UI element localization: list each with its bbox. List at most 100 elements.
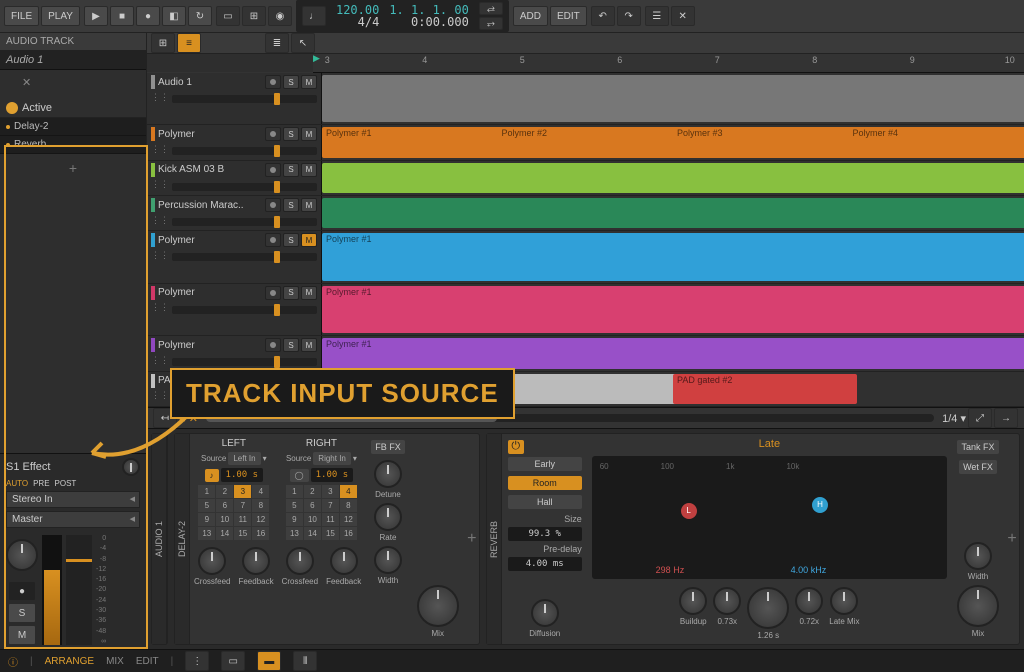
eq-low-handle[interactable]: L [681,503,697,519]
high-mult-knob[interactable] [795,587,823,615]
step-cell[interactable]: 11 [234,513,251,526]
step-cell[interactable]: 15 [234,527,251,540]
step-cell[interactable]: 8 [340,499,357,512]
vol-fader[interactable] [172,95,317,103]
delay-left-source[interactable]: Left In [228,452,260,465]
panel-1-icon[interactable]: ⋮ [185,651,209,671]
track-header[interactable]: PolymerSM⋮⋮ [147,336,322,370]
palette-close-icon[interactable]: ✕ [19,70,34,95]
zoom-level[interactable]: 1/4 ▾ [942,412,966,425]
panel-toggle-2[interactable]: ⊞ [242,6,266,26]
step-cell[interactable]: 1 [286,485,303,498]
rec-arm[interactable] [265,75,281,89]
pan-knob[interactable] [6,539,38,571]
track-name-field[interactable]: Audio 1 [0,51,146,70]
device-item[interactable]: Reverb [0,136,146,154]
step-cell[interactable]: 7 [322,499,339,512]
step-cell[interactable]: 16 [252,527,269,540]
predelay-value[interactable]: 4.00 ms [508,557,582,571]
step-cell[interactable]: 16 [340,527,357,540]
play-menu[interactable]: PLAY [41,6,80,26]
undo-button[interactable]: ↶ [591,6,615,26]
buildup-knob[interactable] [679,587,707,615]
pointer-tool[interactable]: ↖ [291,33,315,53]
track-header[interactable]: Audio 1SM⋮⋮ [147,73,322,124]
step-cell[interactable]: 8 [252,499,269,512]
step-cell[interactable]: 11 [322,513,339,526]
decay-knob[interactable] [747,587,789,629]
delay-right-grid[interactable]: 12345678910111213141516 [286,485,357,540]
footer-arrange[interactable]: ARRANGE [45,656,94,667]
step-cell[interactable]: 14 [304,527,321,540]
rec-arm[interactable] [265,198,281,212]
step-cell[interactable]: 3 [234,485,251,498]
time-value[interactable]: 0:00.000 [389,16,468,28]
step-cell[interactable]: 15 [322,527,339,540]
vol-fader[interactable] [172,183,317,191]
solo[interactable]: S [283,338,299,352]
punch-out[interactable]: ⥅ [479,17,503,30]
step-cell[interactable]: 13 [286,527,303,540]
add-button[interactable]: ADD [513,6,548,26]
step-cell[interactable]: 13 [198,527,215,540]
rec-arm[interactable] [265,163,281,177]
detune-knob[interactable] [374,460,402,488]
diffusion-knob[interactable] [531,599,559,627]
clip[interactable]: Polymer #1 [322,127,506,157]
track-lane[interactable]: Polymer #1 [322,284,1024,335]
reverb-eq-display[interactable]: Late 601001k10k L H 298 Hz 4.00 kHz [592,456,947,579]
solo-button[interactable]: S [8,603,36,623]
reverb-width-knob[interactable] [964,542,992,570]
step-cell[interactable]: 12 [340,513,357,526]
record-arm[interactable]: ● [8,581,36,601]
clip[interactable]: Polymer #3 [673,127,857,157]
mute[interactable]: M [301,163,317,177]
step-cell[interactable]: 5 [286,499,303,512]
delay-width-knob[interactable] [374,546,402,574]
output-select[interactable]: Master [6,511,140,528]
track-header[interactable]: PolymerSM⋮⋮ [147,284,322,335]
lane-button[interactable]: ≣ [265,33,289,53]
file-menu[interactable]: FILE [4,6,39,26]
mute[interactable]: M [301,233,317,247]
step-cell[interactable]: 4 [340,485,357,498]
track-lane[interactable] [322,73,1024,124]
step-cell[interactable]: 1 [198,485,215,498]
vol-fader[interactable] [172,253,317,261]
solo[interactable]: S [283,163,299,177]
track-active-toggle[interactable]: Active [0,99,146,118]
wetfx-tab[interactable]: Wet FX [959,460,997,474]
add-device-icon[interactable]: + [0,154,146,182]
color-palette[interactable] [0,70,19,99]
follow-icon[interactable]: → [994,408,1018,428]
mute[interactable]: M [301,338,317,352]
panel-4-icon[interactable]: ⦀ [293,651,317,671]
delay-l-crossfeed[interactable] [198,547,226,575]
reverb-mix-knob[interactable] [957,585,999,627]
latemix-knob[interactable] [830,587,858,615]
footer-mix[interactable]: MIX [106,656,124,667]
add-after-delay-icon[interactable]: + [465,434,479,644]
solo[interactable]: S [283,75,299,89]
solo[interactable]: S [283,198,299,212]
track-lane[interactable]: Polymer #1 [322,336,1024,370]
metronome-button[interactable]: ◉ [268,6,292,26]
note-icon[interactable]: ♪ [205,469,219,482]
device-item[interactable]: Delay-2 [0,118,146,136]
punch-in[interactable]: ⥄ [479,2,503,15]
clip[interactable] [322,75,1024,122]
zoom-fit-icon[interactable]: ⤢ [968,408,992,428]
track-lane[interactable] [322,196,1024,230]
step-cell[interactable]: 10 [304,513,321,526]
delay-r-feedback[interactable] [330,547,358,575]
step-cell[interactable]: 6 [216,499,233,512]
delay-left-time[interactable]: 1.00 s [221,468,264,482]
hall-tab[interactable]: Hall [508,495,582,509]
timesig-value[interactable]: 4/4 [336,16,379,28]
early-tab[interactable]: Early [508,457,582,471]
step-cell[interactable]: 12 [252,513,269,526]
delay-r-crossfeed[interactable] [286,547,314,575]
step-cell[interactable]: 6 [304,499,321,512]
track-lane[interactable]: Polymer #1Polymer #2Polymer #3Polymer #4 [322,125,1024,159]
step-cell[interactable]: 4 [252,485,269,498]
